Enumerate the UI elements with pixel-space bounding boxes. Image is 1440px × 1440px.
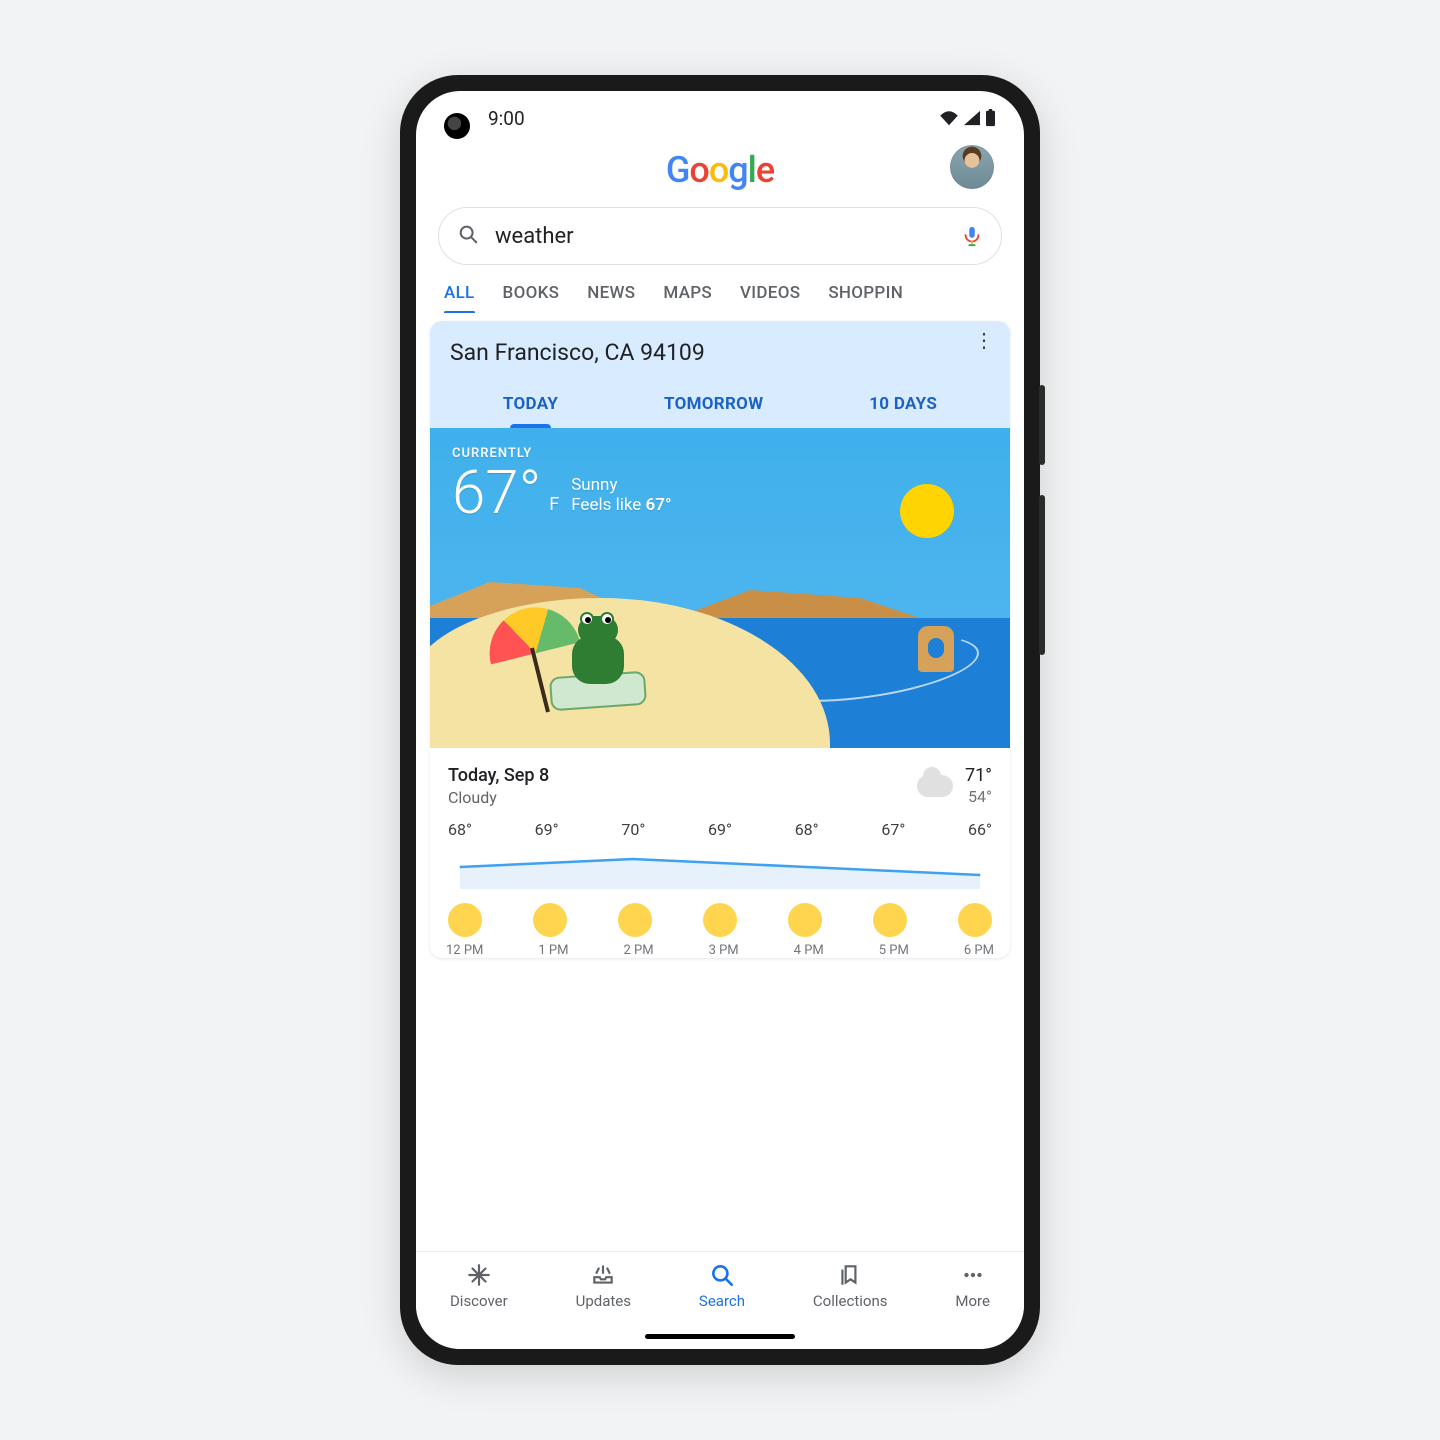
card-overflow-menu[interactable]: ⋮ bbox=[972, 337, 996, 343]
sunny-icon bbox=[448, 903, 482, 937]
weather-card-header: San Francisco, CA 94109 ⋮ TODAY TOMORROW… bbox=[430, 321, 1010, 428]
weather-card: San Francisco, CA 94109 ⋮ TODAY TOMORROW… bbox=[430, 321, 1010, 958]
bookmark-collection-icon bbox=[837, 1262, 863, 1288]
search-icon bbox=[709, 1262, 735, 1288]
today-high: 71° bbox=[965, 764, 992, 787]
wifi-icon bbox=[939, 110, 959, 126]
current-conditions: CURRENTLY 67° F Sunny Feels like 67° bbox=[452, 446, 672, 523]
phone-side-button bbox=[1039, 385, 1045, 465]
search-icon bbox=[457, 223, 479, 249]
hourly-sparkline bbox=[444, 843, 996, 889]
hourly-temp: 69° bbox=[708, 820, 732, 839]
google-logo: Google bbox=[666, 149, 774, 191]
account-avatar[interactable] bbox=[950, 145, 994, 189]
voice-search-icon[interactable] bbox=[961, 225, 983, 247]
currently-label: CURRENTLY bbox=[452, 446, 672, 461]
hourly-temps-row: 68° 69° 70° 69° 68° 67° 66° bbox=[442, 820, 998, 839]
nav-search[interactable]: Search bbox=[699, 1262, 745, 1310]
hourly-time: 2 PM bbox=[623, 943, 653, 958]
hourly-time: 6 PM bbox=[964, 943, 994, 958]
today-summary-row: Today, Sep 8 Cloudy 71° 54° bbox=[430, 748, 1010, 814]
today-date: Today, Sep 8 bbox=[448, 765, 905, 786]
umbrella-illustration bbox=[484, 608, 576, 654]
nav-collections[interactable]: Collections bbox=[813, 1262, 888, 1310]
temp-unit: F bbox=[549, 494, 559, 515]
frog-mascot-illustration bbox=[550, 674, 646, 708]
hourly-temp: 66° bbox=[968, 820, 992, 839]
hourly-time: 12 PM bbox=[446, 943, 483, 958]
hourly-temp: 70° bbox=[621, 820, 645, 839]
tab-news[interactable]: NEWS bbox=[587, 275, 635, 313]
search-bar[interactable]: weather bbox=[438, 207, 1002, 265]
hourly-temp: 68° bbox=[448, 820, 472, 839]
tab-videos[interactable]: VIDEOS bbox=[740, 275, 800, 313]
battery-icon bbox=[985, 109, 996, 127]
hourly-time: 5 PM bbox=[879, 943, 909, 958]
sunny-icon bbox=[533, 903, 567, 937]
cellular-signal-icon bbox=[963, 110, 981, 126]
tab-shopping[interactable]: SHOPPIN bbox=[828, 275, 903, 313]
sunny-icon bbox=[788, 903, 822, 937]
today-low: 54° bbox=[965, 787, 992, 808]
nav-more[interactable]: More bbox=[955, 1262, 990, 1310]
cloud-icon bbox=[917, 775, 953, 797]
status-bar: 9:00 bbox=[416, 91, 1024, 145]
hourly-icons-row bbox=[442, 889, 998, 939]
weather-tab-tomorrow[interactable]: TOMORROW bbox=[660, 384, 767, 428]
nav-updates[interactable]: Updates bbox=[576, 1262, 631, 1310]
hourly-temp: 67° bbox=[881, 820, 905, 839]
current-condition: Sunny bbox=[571, 475, 671, 495]
tab-all[interactable]: ALL bbox=[444, 275, 475, 313]
current-temp: 67° bbox=[452, 463, 541, 523]
weather-range-tabs: TODAY TOMORROW 10 DAYS bbox=[450, 384, 990, 428]
front-camera bbox=[444, 113, 470, 139]
tab-books[interactable]: BOOKS bbox=[503, 275, 560, 313]
sunny-icon bbox=[618, 903, 652, 937]
sun-icon bbox=[900, 484, 954, 538]
inbox-icon bbox=[590, 1262, 616, 1288]
hourly-time: 3 PM bbox=[709, 943, 739, 958]
hourly-temp: 68° bbox=[795, 820, 819, 839]
sparkle-icon bbox=[466, 1262, 492, 1288]
hourly-times-row: 12 PM 1 PM 2 PM 3 PM 4 PM 5 PM 6 PM bbox=[442, 939, 998, 958]
gesture-bar[interactable] bbox=[645, 1334, 795, 1339]
nav-discover[interactable]: Discover bbox=[450, 1262, 508, 1310]
rock-arch-illustration bbox=[918, 626, 954, 672]
phone-volume-button bbox=[1039, 495, 1045, 655]
hourly-time: 4 PM bbox=[794, 943, 824, 958]
weather-tab-today[interactable]: TODAY bbox=[499, 384, 562, 428]
sunny-icon bbox=[703, 903, 737, 937]
weather-hero: CURRENTLY 67° F Sunny Feels like 67° bbox=[430, 428, 1010, 748]
screen: 9:00 Google bbox=[416, 91, 1024, 1349]
sunny-icon bbox=[958, 903, 992, 937]
more-horizontal-icon bbox=[960, 1262, 986, 1288]
hourly-temp: 69° bbox=[535, 820, 559, 839]
weather-tab-10days[interactable]: 10 DAYS bbox=[865, 384, 941, 428]
tab-maps[interactable]: MAPS bbox=[663, 275, 712, 313]
hourly-time: 1 PM bbox=[538, 943, 568, 958]
bottom-nav: Discover Updates Search Collections bbox=[416, 1251, 1024, 1349]
feels-like: Feels like 67° bbox=[571, 495, 671, 515]
weather-location: San Francisco, CA 94109 bbox=[450, 339, 990, 366]
status-time: 9:00 bbox=[488, 107, 525, 130]
hourly-forecast[interactable]: 68° 69° 70° 69° 68° 67° 66° bbox=[430, 814, 1010, 958]
results-area[interactable]: San Francisco, CA 94109 ⋮ TODAY TOMORROW… bbox=[416, 313, 1024, 1251]
app-header: Google bbox=[416, 145, 1024, 197]
search-query: weather bbox=[495, 224, 945, 249]
today-condition: Cloudy bbox=[448, 788, 905, 807]
sunny-icon bbox=[873, 903, 907, 937]
phone-frame: 9:00 Google bbox=[400, 75, 1040, 1365]
search-result-tabs: ALL BOOKS NEWS MAPS VIDEOS SHOPPIN bbox=[416, 275, 1024, 313]
